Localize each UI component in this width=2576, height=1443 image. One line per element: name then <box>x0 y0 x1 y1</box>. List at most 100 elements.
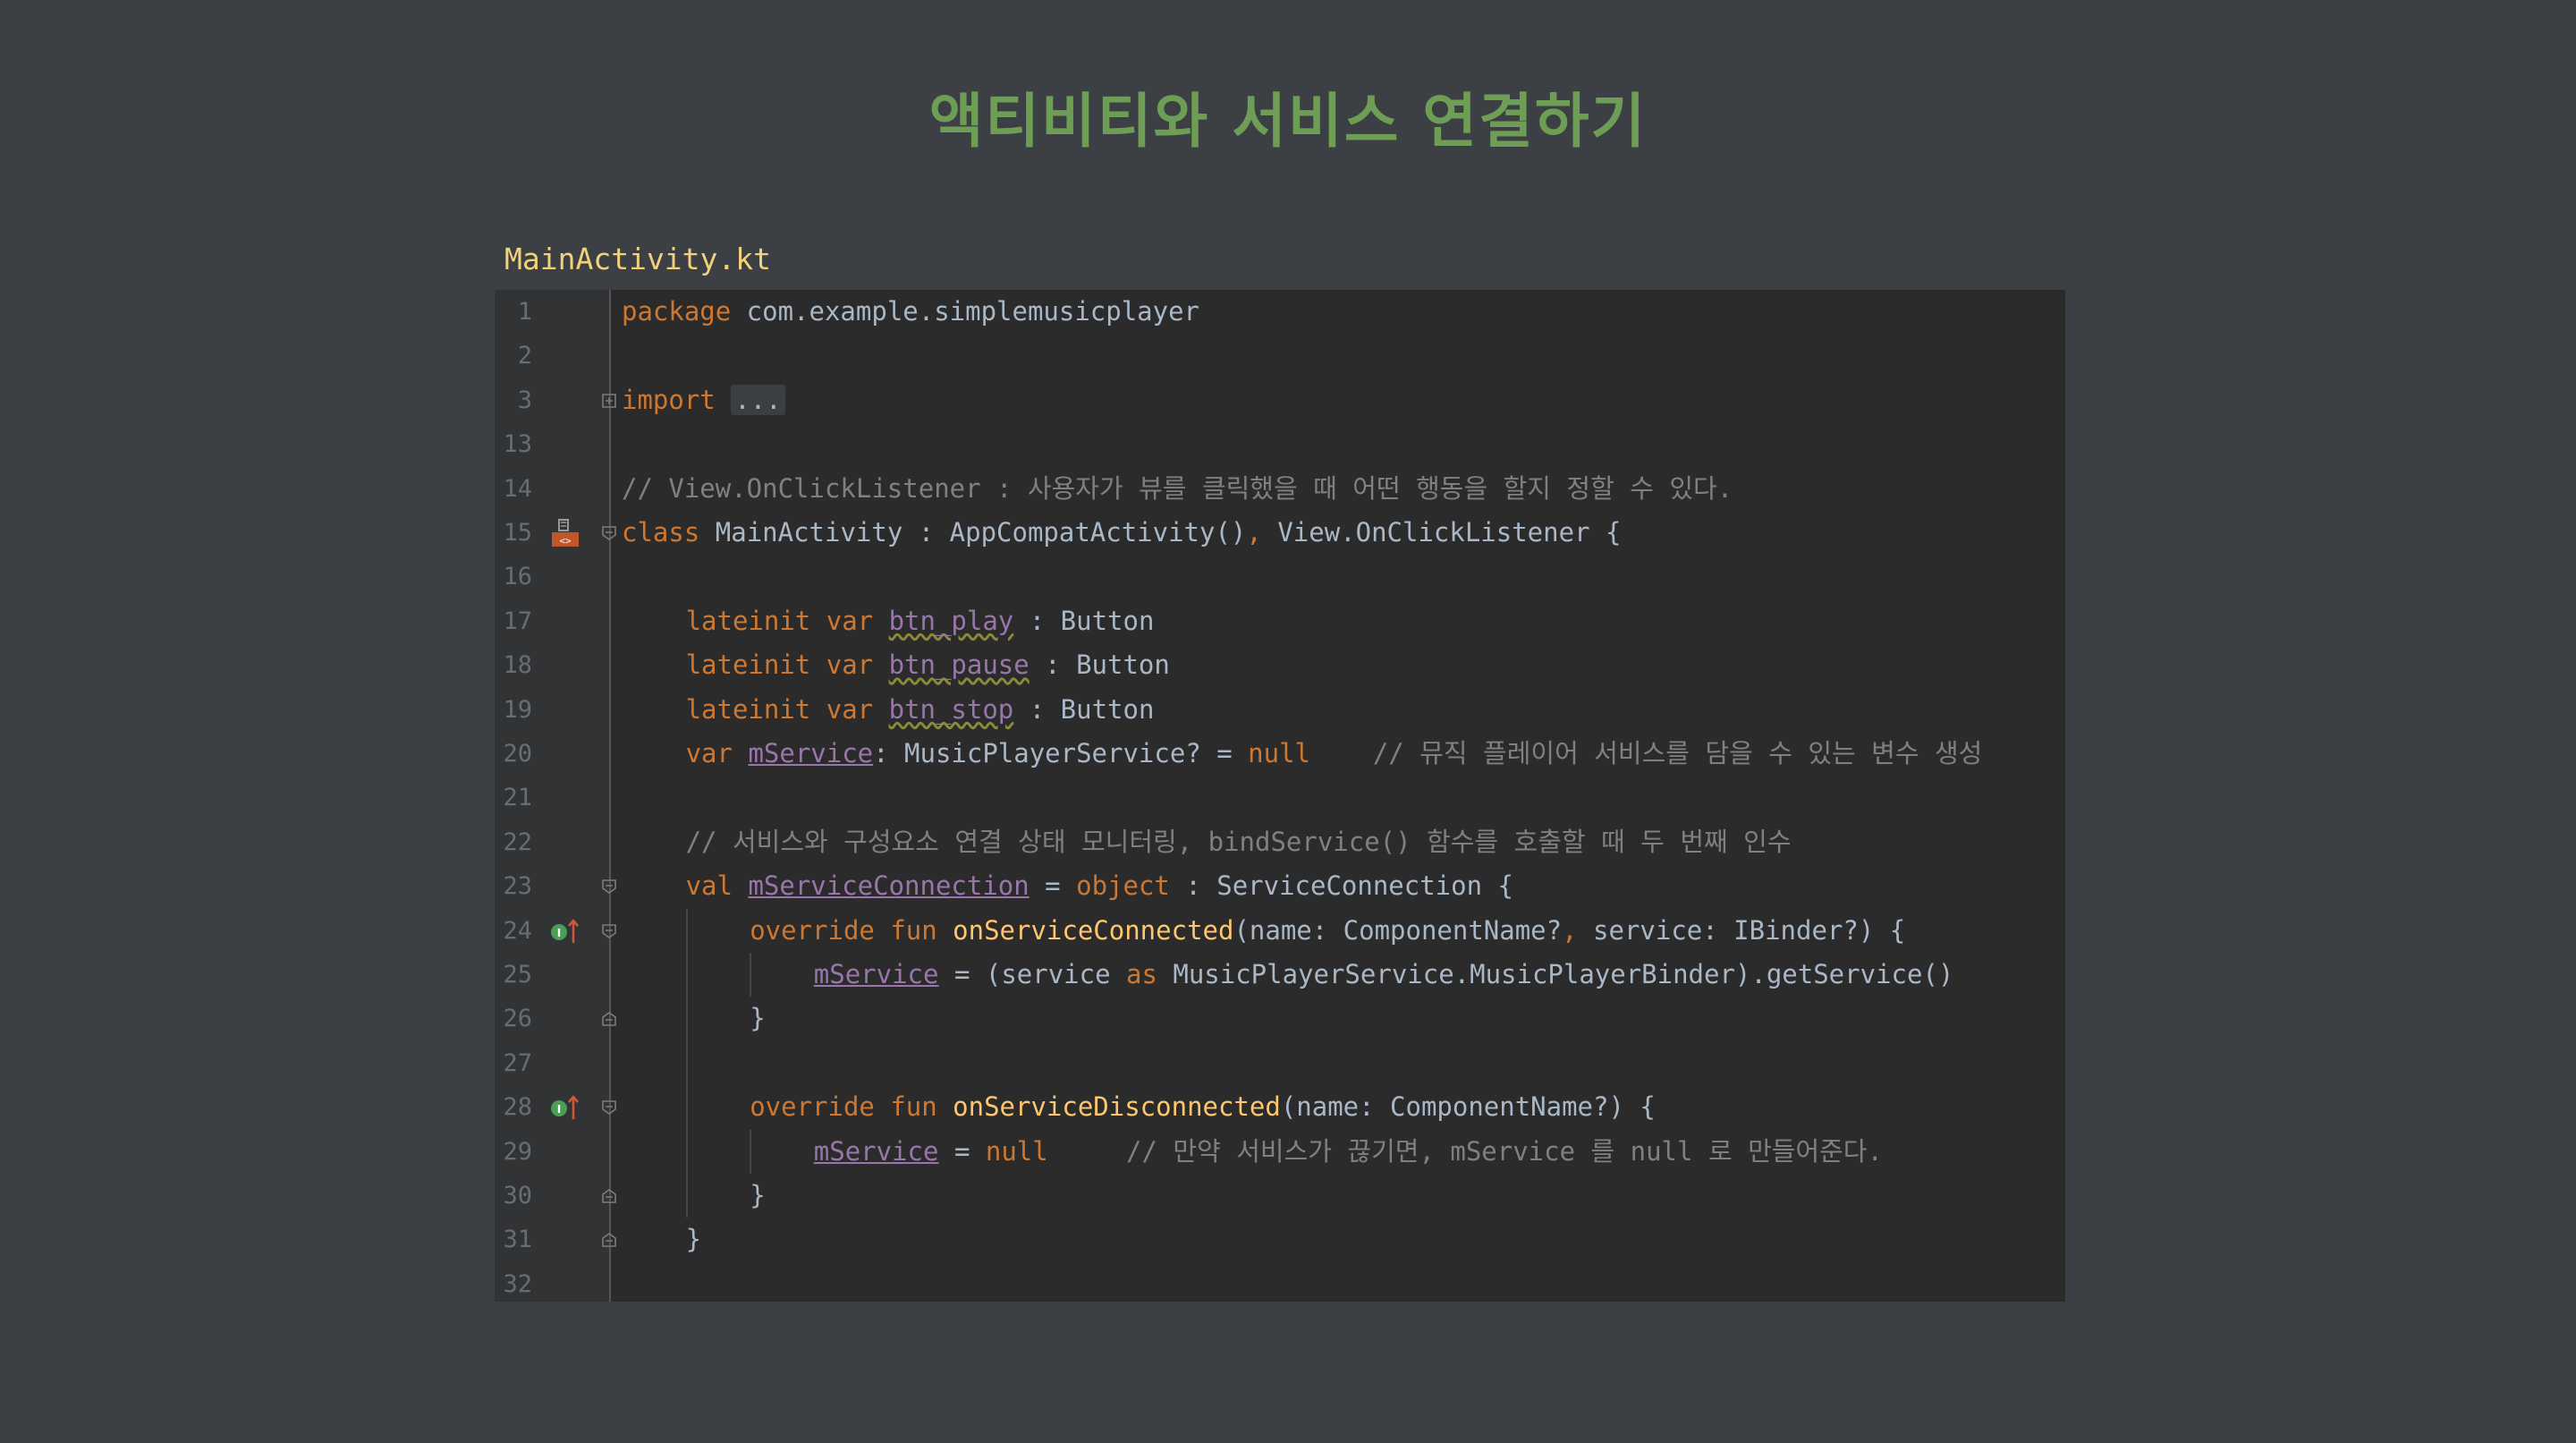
code-token: btn_stop <box>888 693 1014 725</box>
code-token: // 서비스와 구성요소 연결 상태 모니터링, bindService() 함… <box>685 826 1792 857</box>
file-tab-mainactivity[interactable]: MainActivity.kt <box>504 242 771 276</box>
line-number: 18 <box>503 651 532 680</box>
code-line[interactable]: 19 lateinit var btn_stop : Button <box>495 688 2065 732</box>
code-token: (name: ComponentName?) { <box>1280 1091 1656 1123</box>
code-text: } <box>750 997 765 1040</box>
code-token: : MusicPlayerService? = <box>873 738 1249 768</box>
code-line[interactable]: 27 <box>495 1041 2065 1085</box>
code-token: } <box>685 1224 702 1255</box>
code-line[interactable]: 31} <box>495 1218 2065 1261</box>
code-text: // 서비스와 구성요소 연결 상태 모니터링, bindService() 함… <box>686 820 1792 864</box>
code-line[interactable]: 25 mService = (service as MusicPlayerServ… <box>495 953 2065 997</box>
code-token: lateinit var <box>685 693 889 725</box>
code-token: btn_pause <box>888 649 1030 681</box>
code-line[interactable]: 14 // View.OnClickListener : 사용자가 뷰를 클릭했을… <box>495 467 2065 511</box>
code-token: override fun <box>750 914 953 946</box>
code-token: MusicPlayerService.MusicPlayerBinder).ge… <box>1157 959 1954 989</box>
code-line[interactable]: 17 lateinit var btn_play : Button <box>495 599 2065 643</box>
line-number: 19 <box>503 695 532 724</box>
code-token: import <box>622 384 716 415</box>
code-text: lateinit var btn_stop : Button <box>686 688 1155 732</box>
code-token: val <box>685 870 749 902</box>
code-token: // View.OnClickListener : 사용자가 뷰를 클릭했을 때… <box>622 472 1733 504</box>
line-number: 27 <box>503 1048 532 1077</box>
fold-collapse-icon[interactable] <box>600 1099 618 1116</box>
code-token: : Button <box>1029 649 1170 681</box>
code-line[interactable]: 2 <box>495 334 2065 378</box>
line-number: 22 <box>503 828 532 856</box>
fold-collapse-icon[interactable] <box>600 878 618 896</box>
code-token: class <box>622 517 700 547</box>
code-line[interactable]: 18 lateinit var btn_pause : Button <box>495 643 2065 687</box>
code-text: lateinit var btn_pause : Button <box>686 643 1170 687</box>
code-line[interactable]: 16 <box>495 555 2065 598</box>
code-token: mService <box>813 959 939 989</box>
code-token: = (service <box>938 959 1126 989</box>
line-number: 14 <box>503 474 532 503</box>
code-token: service: IBinder?) { <box>1577 914 1906 946</box>
code-line[interactable]: 26} <box>495 997 2065 1040</box>
code-token: override fun <box>750 1091 953 1123</box>
code-text: val mServiceConnection = object : Servic… <box>686 864 1513 908</box>
code-token: onServiceConnected <box>953 914 1234 946</box>
code-text: } <box>686 1218 701 1261</box>
override-icon[interactable]: I <box>548 1092 582 1123</box>
fold-collapse-icon[interactable] <box>600 1231 618 1249</box>
code-line[interactable]: 21 <box>495 776 2065 819</box>
code-line[interactable]: 13 <box>495 422 2065 466</box>
code-token: // 만약 서비스가 끊기면, mService 를 null 로 만들어준다. <box>1126 1135 1883 1167</box>
line-number: 26 <box>503 1005 532 1033</box>
code-text: } <box>750 1174 765 1218</box>
code-token: = <box>1029 870 1077 902</box>
code-line[interactable]: 3 import ... <box>495 378 2065 422</box>
svg-text:I: I <box>557 1103 561 1116</box>
code-token: lateinit var <box>685 605 889 636</box>
line-number: 23 <box>503 872 532 901</box>
fold-expand-icon[interactable] <box>600 392 618 410</box>
code-token: , <box>1562 914 1578 946</box>
code-editor[interactable]: 1 package com.example.simplemusicplayer 2 3… <box>495 290 2065 1302</box>
code-token: } <box>750 1180 766 1210</box>
code-text: mService = null // 만약 서비스가 끊기면, mService… <box>814 1130 1883 1174</box>
line-number: 2 <box>517 342 532 370</box>
code-token: null <box>1248 738 1310 768</box>
override-icon[interactable]: I <box>548 916 582 946</box>
folded-imports[interactable]: ... <box>731 384 785 415</box>
code-line[interactable]: 22 // 서비스와 구성요소 연결 상태 모니터링, bindService()… <box>495 820 2065 864</box>
code-token: com.example.simplemusicplayer <box>731 296 1200 327</box>
class-layout-icon[interactable]: <> <box>548 518 582 548</box>
line-number: 1 <box>517 298 532 326</box>
code-line[interactable]: 23 val mServiceConnection = object : Serv… <box>495 864 2065 908</box>
code-token: mServiceConnection <box>748 870 1030 902</box>
fold-collapse-icon[interactable] <box>600 922 618 940</box>
code-line[interactable]: 24 Ioverride fun onServiceConnected(name:… <box>495 909 2065 953</box>
code-token: btn_play <box>888 605 1014 636</box>
code-token: lateinit var <box>685 649 889 681</box>
code-line[interactable]: 28 Ioverride fun onServiceDisconnected(na… <box>495 1085 2065 1129</box>
line-number: 17 <box>503 607 532 635</box>
line-number: 24 <box>503 916 532 945</box>
code-token: : Button <box>1013 605 1155 636</box>
code-token: : Button <box>1013 693 1155 725</box>
line-number: 20 <box>503 740 532 768</box>
fold-collapse-icon[interactable] <box>600 1187 618 1205</box>
code-token: View.OnClickListener { <box>1261 517 1622 547</box>
code-line[interactable]: 20 var mService: MusicPlayerService? = nu… <box>495 732 2065 776</box>
code-line[interactable]: 30} <box>495 1174 2065 1218</box>
line-number: 31 <box>503 1226 532 1254</box>
code-line[interactable]: 1 package com.example.simplemusicplayer <box>495 290 2065 334</box>
code-line[interactable]: 32 <box>495 1262 2065 1302</box>
code-text: override fun onServiceConnected(name: Co… <box>750 909 1905 953</box>
line-number: 21 <box>503 784 532 812</box>
code-line[interactable]: 29 mService = null // 만약 서비스가 끊기면, mServi… <box>495 1130 2065 1174</box>
code-line[interactable]: 15 <> class MainActivity : AppCompatActivi… <box>495 511 2065 555</box>
line-number: 16 <box>503 563 532 591</box>
code-token: object <box>1076 870 1170 902</box>
fold-collapse-icon[interactable] <box>600 524 618 542</box>
code-token: null <box>985 1135 1048 1167</box>
fold-collapse-icon[interactable] <box>600 1010 618 1028</box>
code-token: // 뮤직 플레이어 서비스를 담을 수 있는 변수 생성 <box>1372 738 1983 768</box>
code-text: // View.OnClickListener : 사용자가 뷰를 클릭했을 때… <box>622 467 1733 511</box>
line-number: 29 <box>503 1137 532 1166</box>
